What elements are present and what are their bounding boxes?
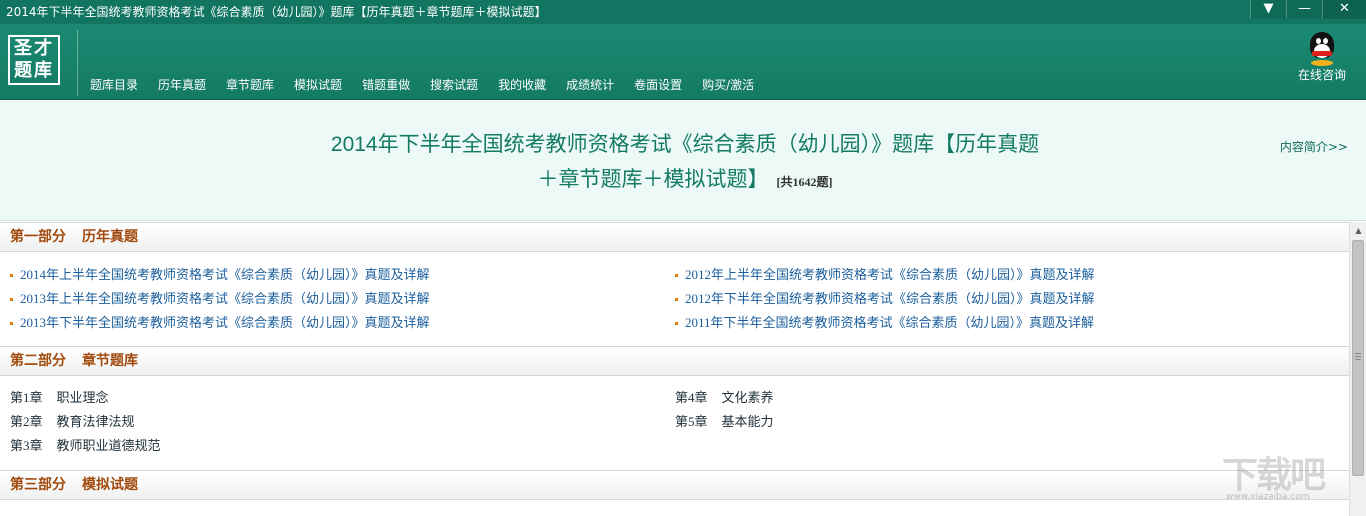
bullet-icon: [675, 297, 678, 301]
chapter-link[interactable]: 第5章 基本能力: [675, 410, 774, 434]
scroll-up-arrow-icon[interactable]: ▲: [1350, 222, 1366, 239]
bullet-icon: [10, 273, 13, 277]
chapter-link[interactable]: 第4章 文化素养: [675, 386, 774, 410]
logo-line-1: 圣才: [14, 38, 54, 59]
watermark-url: www.xiazaiba.com: [1226, 492, 1310, 502]
section-part-label: 第三部分: [10, 478, 66, 493]
exam-link[interactable]: 2011年下半年全国统考教师资格考试《综合素质（幼儿园）》真题及详解: [675, 311, 1095, 335]
exam-link[interactable]: 2014年上半年全国统考教师资格考试《综合素质（幼儿园）》真题及详解: [10, 263, 430, 287]
logo-line-2: 题库: [14, 60, 54, 81]
section-header-past-exams: 第一部分 历年真题: [0, 222, 1349, 252]
exam-link[interactable]: 2012年下半年全国统考教师资格考试《综合素质（幼儿园）》真题及详解: [675, 287, 1095, 311]
window-title-bar: 2014年下半年全国统考教师资格考试《综合素质（幼儿园）》题库【历年真题＋章节题…: [0, 0, 1366, 24]
nav-item-stats[interactable]: 成绩统计: [556, 75, 624, 95]
scrollbar-thumb[interactable]: [1352, 240, 1364, 476]
nav-item-past-exams[interactable]: 历年真题: [148, 75, 216, 95]
nav-item-chapter-bank[interactable]: 章节题库: [216, 75, 284, 95]
window-controls: ▼ — ✕: [1250, 0, 1366, 24]
bank-title-line-1: 2014年下半年全国统考教师资格考试《综合素质（幼儿园）》题库【历年真题: [330, 133, 1040, 156]
bank-title-line-2: ＋章节题库＋模拟试题】: [537, 168, 769, 191]
chapter-link[interactable]: 第2章 教育法律法规: [10, 410, 161, 434]
app-logo: 圣才 题库: [8, 35, 60, 85]
section-name: 章节题库: [82, 354, 138, 369]
bullet-icon: [675, 321, 678, 325]
nav-item-search[interactable]: 搜索试题: [420, 75, 488, 95]
section-part-label: 第二部分: [10, 354, 66, 369]
nav-item-favorites[interactable]: 我的收藏: [488, 75, 556, 95]
watermark-logo: 下载吧: [1222, 455, 1326, 496]
section-name: 历年真题: [82, 230, 138, 245]
nav-item-redo-wrong[interactable]: 错题重做: [352, 75, 420, 95]
close-button[interactable]: ✕: [1322, 0, 1366, 19]
bank-title: 2014年下半年全国统考教师资格考试《综合素质（幼儿园）》题库【历年真题 ＋章节…: [290, 127, 1080, 200]
chapter-link[interactable]: 第3章 教师职业道德规范: [10, 434, 161, 458]
qq-penguin-icon: [1308, 32, 1336, 66]
catalog-content: 第一部分 历年真题 2014年上半年全国统考教师资格考试《综合素质（幼儿园）》真题…: [0, 222, 1349, 516]
nav-item-buy-activate[interactable]: 购买/激活: [692, 75, 764, 95]
window-menu-button[interactable]: ▼: [1250, 0, 1286, 19]
online-consult-button[interactable]: 在线咨询: [1296, 32, 1348, 82]
past-exams-list: 2014年上半年全国统考教师资格考试《综合素质（幼儿园）》真题及详解 2013年…: [0, 252, 1349, 346]
nav-item-page-settings[interactable]: 卷面设置: [624, 75, 692, 95]
bullet-icon: [675, 273, 678, 277]
exam-link[interactable]: 2013年下半年全国统考教师资格考试《综合素质（幼儿园）》真题及详解: [10, 311, 430, 335]
intro-link[interactable]: 内容简介>>: [1280, 138, 1348, 155]
section-header-mock-exams: 第三部分 模拟试题: [0, 470, 1349, 500]
watermark: 下载吧 www.xiazaiba.com: [1222, 440, 1352, 510]
bullet-icon: [10, 321, 13, 325]
question-count: [共1642题]: [776, 175, 833, 189]
online-consult-label: 在线咨询: [1297, 68, 1346, 82]
section-name: 模拟试题: [82, 478, 138, 493]
nav-item-mock-exams[interactable]: 模拟试题: [284, 75, 352, 95]
app-header: 圣才 题库 题库目录 历年真题 章节题库 模拟试题 错题重做 搜索试题 我的收藏…: [0, 24, 1366, 100]
minimize-button[interactable]: —: [1286, 0, 1322, 19]
section-header-chapter-bank: 第二部分 章节题库: [0, 346, 1349, 376]
exam-link[interactable]: 2013年上半年全国统考教师资格考试《综合素质（幼儿园）》真题及详解: [10, 287, 430, 311]
header-divider: [77, 30, 78, 96]
main-nav: 题库目录 历年真题 章节题库 模拟试题 错题重做 搜索试题 我的收藏 成绩统计 …: [80, 75, 764, 95]
chapter-link[interactable]: 第1章 职业理念: [10, 386, 161, 410]
chapter-list: 第1章 职业理念 第2章 教育法律法规 第3章 教师职业道德规范 第4章 文化素养 第5…: [0, 376, 1349, 470]
nav-item-catalog[interactable]: 题库目录: [80, 75, 148, 95]
title-banner: 2014年下半年全国统考教师资格考试《综合素质（幼儿园）》题库【历年真题 ＋章节…: [0, 101, 1366, 221]
exam-link[interactable]: 2012年上半年全国统考教师资格考试《综合素质（幼儿园）》真题及详解: [675, 263, 1095, 287]
window-title: 2014年下半年全国统考教师资格考试《综合素质（幼儿园）》题库【历年真题＋章节题…: [6, 5, 547, 19]
bullet-icon: [10, 297, 13, 301]
section-part-label: 第一部分: [10, 230, 66, 245]
